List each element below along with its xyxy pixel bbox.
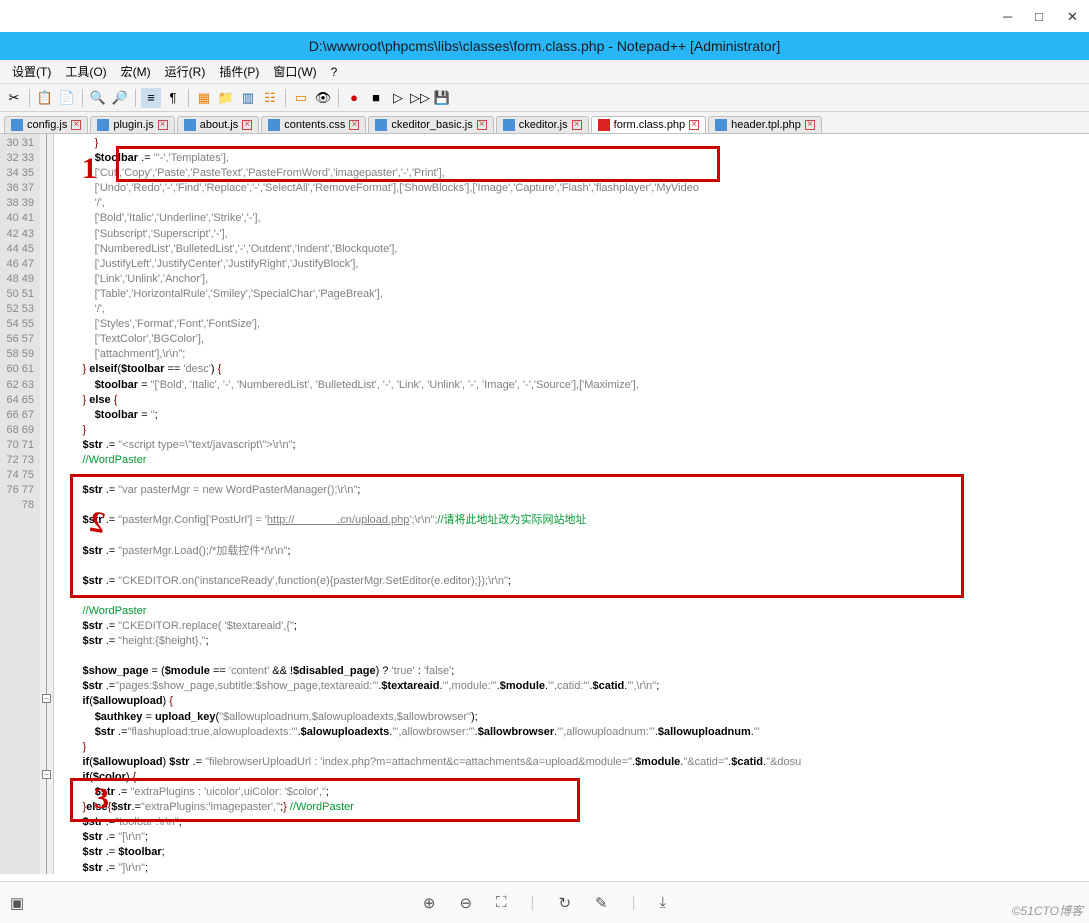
edit-icon[interactable]: ✎ xyxy=(595,894,608,912)
maximize-button[interactable]: □ xyxy=(1035,9,1049,23)
tab-plugin-js[interactable]: plugin.js× xyxy=(90,116,174,133)
paste-icon[interactable]: 📄 xyxy=(57,88,77,108)
file-icon xyxy=(11,119,23,131)
record-icon[interactable]: ● xyxy=(344,88,364,108)
cut-icon[interactable]: ✂ xyxy=(4,88,24,108)
show-symbol-icon[interactable]: ¶ xyxy=(163,88,183,108)
file-icon xyxy=(375,119,387,131)
folder-icon[interactable]: 📁 xyxy=(216,88,236,108)
fast-forward-icon[interactable]: ▷▷ xyxy=(410,88,430,108)
wrap-icon[interactable]: ≡ xyxy=(141,88,161,108)
system-title-bar: ─ □ ✕ xyxy=(0,0,1089,32)
tab-config-js[interactable]: config.js× xyxy=(4,116,88,133)
copy-icon[interactable]: 📋 xyxy=(35,88,55,108)
tab-about-js[interactable]: about.js× xyxy=(177,116,260,133)
menu-plugins[interactable]: 插件(P) xyxy=(213,63,265,80)
watermark: ©51CTO博客 xyxy=(1012,902,1083,919)
menu-run[interactable]: 运行(R) xyxy=(159,63,212,80)
indent-guide-icon[interactable]: ▦ xyxy=(194,88,214,108)
close-icon[interactable]: × xyxy=(71,120,81,130)
file-icon xyxy=(598,119,610,131)
close-icon[interactable]: × xyxy=(349,120,359,130)
tab-contents-css[interactable]: contents.css× xyxy=(261,116,366,133)
window-title: D:\wwwroot\phpcms\libs\classes\form.clas… xyxy=(309,38,781,54)
minimize-button[interactable]: ─ xyxy=(1003,9,1017,23)
tab-ckeditor-basic-js[interactable]: ckeditor_basic.js× xyxy=(368,116,493,133)
annotation-number-3: 3 xyxy=(94,782,109,816)
code-area[interactable]: } $toolbar .= "'-','Templates'], ['Cut',… xyxy=(54,134,1089,874)
tab-ckeditor-js[interactable]: ckeditor.js× xyxy=(496,116,589,133)
play-icon[interactable]: ▷ xyxy=(388,88,408,108)
tab-header-tpl-php[interactable]: header.tpl.php× xyxy=(708,116,822,133)
title-bar: D:\wwwroot\phpcms\libs\classes\form.clas… xyxy=(0,32,1089,60)
close-icon[interactable]: × xyxy=(158,120,168,130)
save-macro-icon[interactable]: 💾 xyxy=(432,88,452,108)
download-icon[interactable]: ⤓ xyxy=(660,894,667,911)
zoom-out-icon[interactable]: ⊖ xyxy=(459,894,472,912)
status-bar: ▣ ⊕ ⊖ ⛶ | ↻ ✎ | ⤓ xyxy=(0,881,1089,923)
close-icon[interactable]: × xyxy=(477,120,487,130)
menu-bar: 设置(T) 工具(O) 宏(M) 运行(R) 插件(P) 窗口(W) ? xyxy=(0,60,1089,84)
close-icon[interactable]: × xyxy=(572,120,582,130)
rotate-icon[interactable]: ↻ xyxy=(558,894,571,912)
doc-map-icon[interactable]: ▭ xyxy=(291,88,311,108)
menu-help[interactable]: ? xyxy=(325,65,344,79)
menu-settings[interactable]: 设置(T) xyxy=(6,63,57,80)
eye-icon[interactable]: 👁 xyxy=(313,88,333,108)
tab-form-class-php[interactable]: form.class.php× xyxy=(591,116,707,133)
code-editor[interactable]: 30 31 32 33 34 35 36 37 38 39 40 41 42 4… xyxy=(0,134,1089,874)
zoom-in-icon[interactable]: ⊕ xyxy=(423,894,436,912)
annotation-number-1: 1 xyxy=(82,152,97,186)
close-button[interactable]: ✕ xyxy=(1067,9,1081,23)
func-list-icon[interactable]: ☷ xyxy=(260,88,280,108)
file-icon xyxy=(184,119,196,131)
fold-margin[interactable]: − − xyxy=(40,134,54,874)
file-icon xyxy=(715,119,727,131)
panel-toggle-icon[interactable]: ▣ xyxy=(10,894,24,912)
tab-bar: config.js× plugin.js× about.js× contents… xyxy=(0,112,1089,134)
line-number-gutter: 30 31 32 33 34 35 36 37 38 39 40 41 42 4… xyxy=(0,134,40,874)
toolbar: ✂ 📋 📄 🔍 🔎 ≡ ¶ ▦ 📁 ▥ ☷ ▭ 👁 ● ■ ▷ ▷▷ 💾 xyxy=(0,84,1089,112)
doc-icon[interactable]: ▥ xyxy=(238,88,258,108)
file-icon xyxy=(503,119,515,131)
stop-icon[interactable]: ■ xyxy=(366,88,386,108)
menu-macro[interactable]: 宏(M) xyxy=(115,63,157,80)
file-icon xyxy=(97,119,109,131)
close-icon[interactable]: × xyxy=(242,120,252,130)
zoom-in-icon[interactable]: 🔍 xyxy=(88,88,108,108)
menu-tools[interactable]: 工具(O) xyxy=(59,63,112,80)
menu-window[interactable]: 窗口(W) xyxy=(267,63,322,80)
close-icon[interactable]: × xyxy=(805,120,815,130)
zoom-out-icon[interactable]: 🔎 xyxy=(110,88,130,108)
file-icon xyxy=(268,119,280,131)
close-icon[interactable]: × xyxy=(689,120,699,130)
fit-icon[interactable]: ⛶ xyxy=(496,894,507,911)
